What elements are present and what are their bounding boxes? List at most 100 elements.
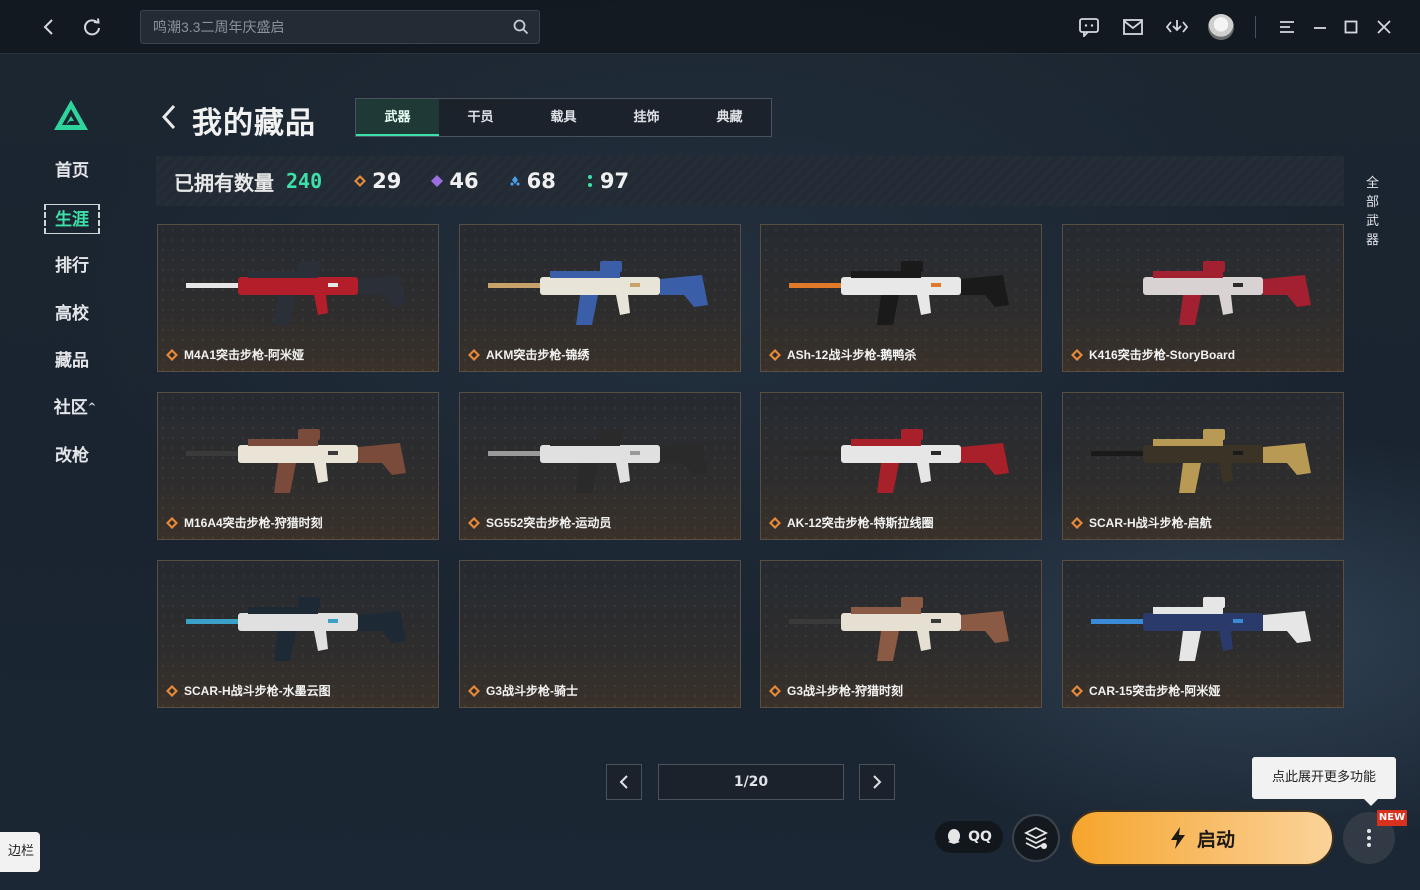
owned-label: 已拥有数量 <box>174 170 274 195</box>
rarity-diamond-icon <box>468 684 480 697</box>
mail-icon[interactable] <box>1118 12 1148 42</box>
weapon-card[interactable]: K416突击步枪-StoryBoard <box>1062 224 1344 372</box>
weapon-name-row: G3战斗步枪-狩猎时刻 <box>769 682 903 699</box>
tab-charms[interactable]: 挂饰 <box>605 99 688 136</box>
search-box[interactable] <box>140 10 540 44</box>
weapon-card[interactable]: G3战斗步枪-骑士 <box>459 560 741 708</box>
tier-stat-blue: 68 <box>509 169 556 193</box>
weapon-card[interactable]: CAR-15突击步枪-阿米娅 <box>1062 560 1344 708</box>
rarity-diamond-icon <box>769 348 781 361</box>
sidebar-item-community[interactable]: 社区^ <box>44 393 106 423</box>
minimize-icon[interactable] <box>1305 12 1335 42</box>
weapon-name-row: SCAR-H战斗步枪-水墨云图 <box>166 682 331 699</box>
tier-count: 46 <box>449 169 479 193</box>
weapon-card[interactable]: AK-12突击步枪-特斯拉线圈 <box>760 392 1042 540</box>
tier-stat-green: 97 <box>586 169 629 193</box>
weapon-card[interactable]: AKM突击步枪-锦绣 <box>459 224 741 372</box>
sidebar-item-ranking[interactable]: 排行 <box>44 251 100 281</box>
next-page-button[interactable] <box>859 764 895 800</box>
sidebar-item-career[interactable]: 生涯 <box>44 204 100 234</box>
message-icon[interactable] <box>1074 12 1104 42</box>
tier-stat-purple: 46 <box>431 169 479 193</box>
lightning-icon <box>1170 827 1185 849</box>
weapon-image <box>186 261 406 325</box>
search-input[interactable] <box>153 19 513 35</box>
page-title: 我的藏品 <box>192 106 316 141</box>
page-indicator: 1/20 <box>658 764 844 800</box>
chevron-up-icon: ^ <box>87 402 97 413</box>
weapon-name: M4A1突击步枪-阿米娅 <box>184 348 305 362</box>
owned-count: 240 <box>286 169 323 193</box>
divider <box>1255 16 1256 38</box>
launch-label: 启动 <box>1196 828 1235 851</box>
sidebar-toggle-tab[interactable]: 边栏 <box>0 832 40 872</box>
tab-operators[interactable]: 干员 <box>439 99 522 136</box>
more-vertical-icon <box>1367 829 1371 847</box>
avatar[interactable] <box>1208 14 1234 40</box>
back-icon[interactable] <box>158 102 180 136</box>
qq-label: QQ <box>968 829 992 845</box>
weapon-name-row: AKM突击步枪-锦绣 <box>468 346 589 363</box>
tier-count: 68 <box>526 169 556 193</box>
weapon-card[interactable]: M16A4突击步枪-狩猎时刻 <box>157 392 439 540</box>
tab-vehicles[interactable]: 载具 <box>522 99 605 136</box>
diamond-icon <box>431 175 444 187</box>
layers-button[interactable] <box>1012 814 1060 862</box>
weapon-name: G3战斗步枪-骑士 <box>486 684 579 698</box>
search-icon[interactable] <box>513 19 529 39</box>
weapon-name: G3战斗步枪-狩猎时刻 <box>787 684 904 698</box>
weapon-card[interactable]: ASh-12战斗步枪-鹅鸭杀 <box>760 224 1042 372</box>
weapon-image <box>1091 261 1311 325</box>
refresh-icon[interactable] <box>77 12 107 42</box>
tab-weapons[interactable]: 武器 <box>356 99 439 136</box>
prev-page-button[interactable] <box>606 764 642 800</box>
weapon-card[interactable]: M4A1突击步枪-阿米娅 <box>157 224 439 372</box>
maximize-icon[interactable] <box>1336 12 1366 42</box>
close-icon[interactable] <box>1369 12 1399 42</box>
back-icon[interactable] <box>34 12 64 42</box>
weapon-name: AKM突击步枪-锦绣 <box>486 348 590 362</box>
sidebar-item-college[interactable]: 高校 <box>44 299 100 329</box>
weapon-name: SG552突击步枪-运动员 <box>486 516 612 530</box>
weapon-name-row: ASh-12战斗步枪-鹅鸭杀 <box>769 346 916 363</box>
layers-icon <box>1023 826 1049 850</box>
menu-icon[interactable] <box>1272 12 1302 42</box>
app-logo[interactable] <box>52 98 90 136</box>
rarity-diamond-icon <box>1071 516 1083 529</box>
weapon-name-row: M16A4突击步枪-狩猎时刻 <box>166 514 323 531</box>
weapon-name: SCAR-H战斗步枪-启航 <box>1089 516 1212 530</box>
weapon-name-row: M4A1突击步枪-阿米娅 <box>166 346 304 363</box>
sidebar-item-home[interactable]: 首页 <box>44 156 100 186</box>
download-icon[interactable] <box>1162 12 1192 42</box>
launch-button[interactable]: 启动 <box>1070 810 1334 866</box>
rarity-diamond-icon <box>166 516 178 529</box>
chevron-left-icon <box>619 775 628 789</box>
tab-collectibles[interactable]: 典藏 <box>688 99 771 136</box>
weapon-image <box>789 597 1009 661</box>
chevron-right-icon <box>873 775 882 789</box>
sidebar-item-gunsmith[interactable]: 改枪 <box>44 441 100 471</box>
weapon-card[interactable]: SCAR-H战斗步枪-水墨云图 <box>157 560 439 708</box>
owned-stats-bar: 已拥有数量 240 29 46 68 97 全部武器 <box>156 156 1379 248</box>
qq-button[interactable]: QQ <box>935 821 1003 853</box>
new-badge: NEW <box>1377 810 1407 826</box>
rarity-diamond-icon <box>166 348 178 361</box>
qq-icon <box>948 829 961 844</box>
weapon-image <box>1091 429 1311 493</box>
rarity-diamond-icon <box>468 348 480 361</box>
weapon-image <box>1091 597 1311 661</box>
sidebar-item-collection[interactable]: 藏品 <box>44 346 100 376</box>
weapon-filter-dropdown[interactable]: 全部武器 <box>1366 172 1379 248</box>
weapon-image <box>789 261 1009 325</box>
weapon-name: ASh-12战斗步枪-鹅鸭杀 <box>787 348 917 362</box>
tier-stat-orange: 29 <box>354 169 401 193</box>
weapon-name-row: SG552突击步枪-运动员 <box>468 514 611 531</box>
weapon-card[interactable]: SCAR-H战斗步枪-启航 <box>1062 392 1344 540</box>
weapon-card[interactable]: G3战斗步枪-狩猎时刻 <box>760 560 1042 708</box>
weapon-card[interactable]: SG552突击步枪-运动员 <box>459 392 741 540</box>
rarity-diamond-icon <box>166 684 178 697</box>
weapon-name: K416突击步枪-StoryBoard <box>1089 348 1236 362</box>
tier-count: 29 <box>372 169 402 193</box>
sidebar-item-label: 社区 <box>53 398 88 418</box>
weapon-name: SCAR-H战斗步枪-水墨云图 <box>184 684 331 698</box>
